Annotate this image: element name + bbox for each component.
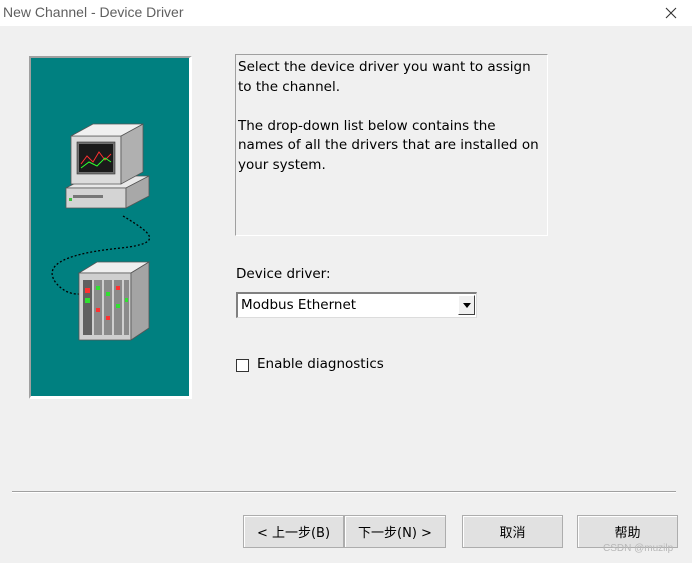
dropdown-arrow-icon[interactable] [458,295,475,315]
button-separator [12,491,676,493]
enable-diagnostics-label[interactable]: Enable diagnostics [257,356,384,372]
wizard-illustration [29,56,192,399]
device-driver-selected-value: Modbus Ethernet [241,297,357,313]
cancel-button[interactable]: 取消 [462,515,563,548]
computer-icon [65,123,150,209]
title-bar: New Channel - Device Driver [0,0,692,26]
description-line-2: The drop-down list below contains the na… [238,117,539,173]
device-driver-select[interactable]: Modbus Ethernet [236,292,477,318]
device-driver-label: Device driver: [236,266,331,282]
plc-rack-icon [77,261,151,341]
next-button[interactable]: 下一步(N) > [344,515,446,548]
description-box: Select the device driver you want to ass… [235,54,548,236]
enable-diagnostics-checkbox[interactable] [236,359,249,372]
watermark: CSDN @muzilp [603,543,674,554]
close-icon[interactable] [660,3,682,23]
back-button[interactable]: < 上一步(B) [243,515,344,548]
window-title: New Channel - Device Driver [3,4,184,20]
description-line-1: Select the device driver you want to ass… [238,59,531,95]
